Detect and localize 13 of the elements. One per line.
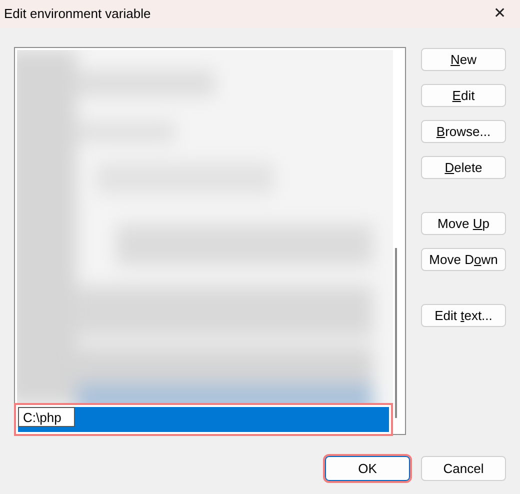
dialog-button[interactable]: Browse... <box>421 120 506 143</box>
ok-button[interactable]: OK <box>325 456 410 481</box>
scrollbar[interactable] <box>395 248 397 418</box>
dialog-button[interactable]: Edit text... <box>421 304 506 327</box>
dialog-button[interactable]: New <box>421 48 506 71</box>
dialog-button[interactable]: Move Down <box>421 248 506 271</box>
input-field[interactable]: C:\php <box>18 407 75 427</box>
window-title: Edit environment variable <box>4 5 151 24</box>
dialog-button[interactable]: Move Up <box>421 212 506 235</box>
close-button[interactable]: ✕ <box>480 0 520 28</box>
cancel-button[interactable]: Cancel <box>421 456 506 481</box>
dialog-button[interactable]: Delete <box>421 156 506 179</box>
dialog-button[interactable]: Edit <box>421 84 506 107</box>
